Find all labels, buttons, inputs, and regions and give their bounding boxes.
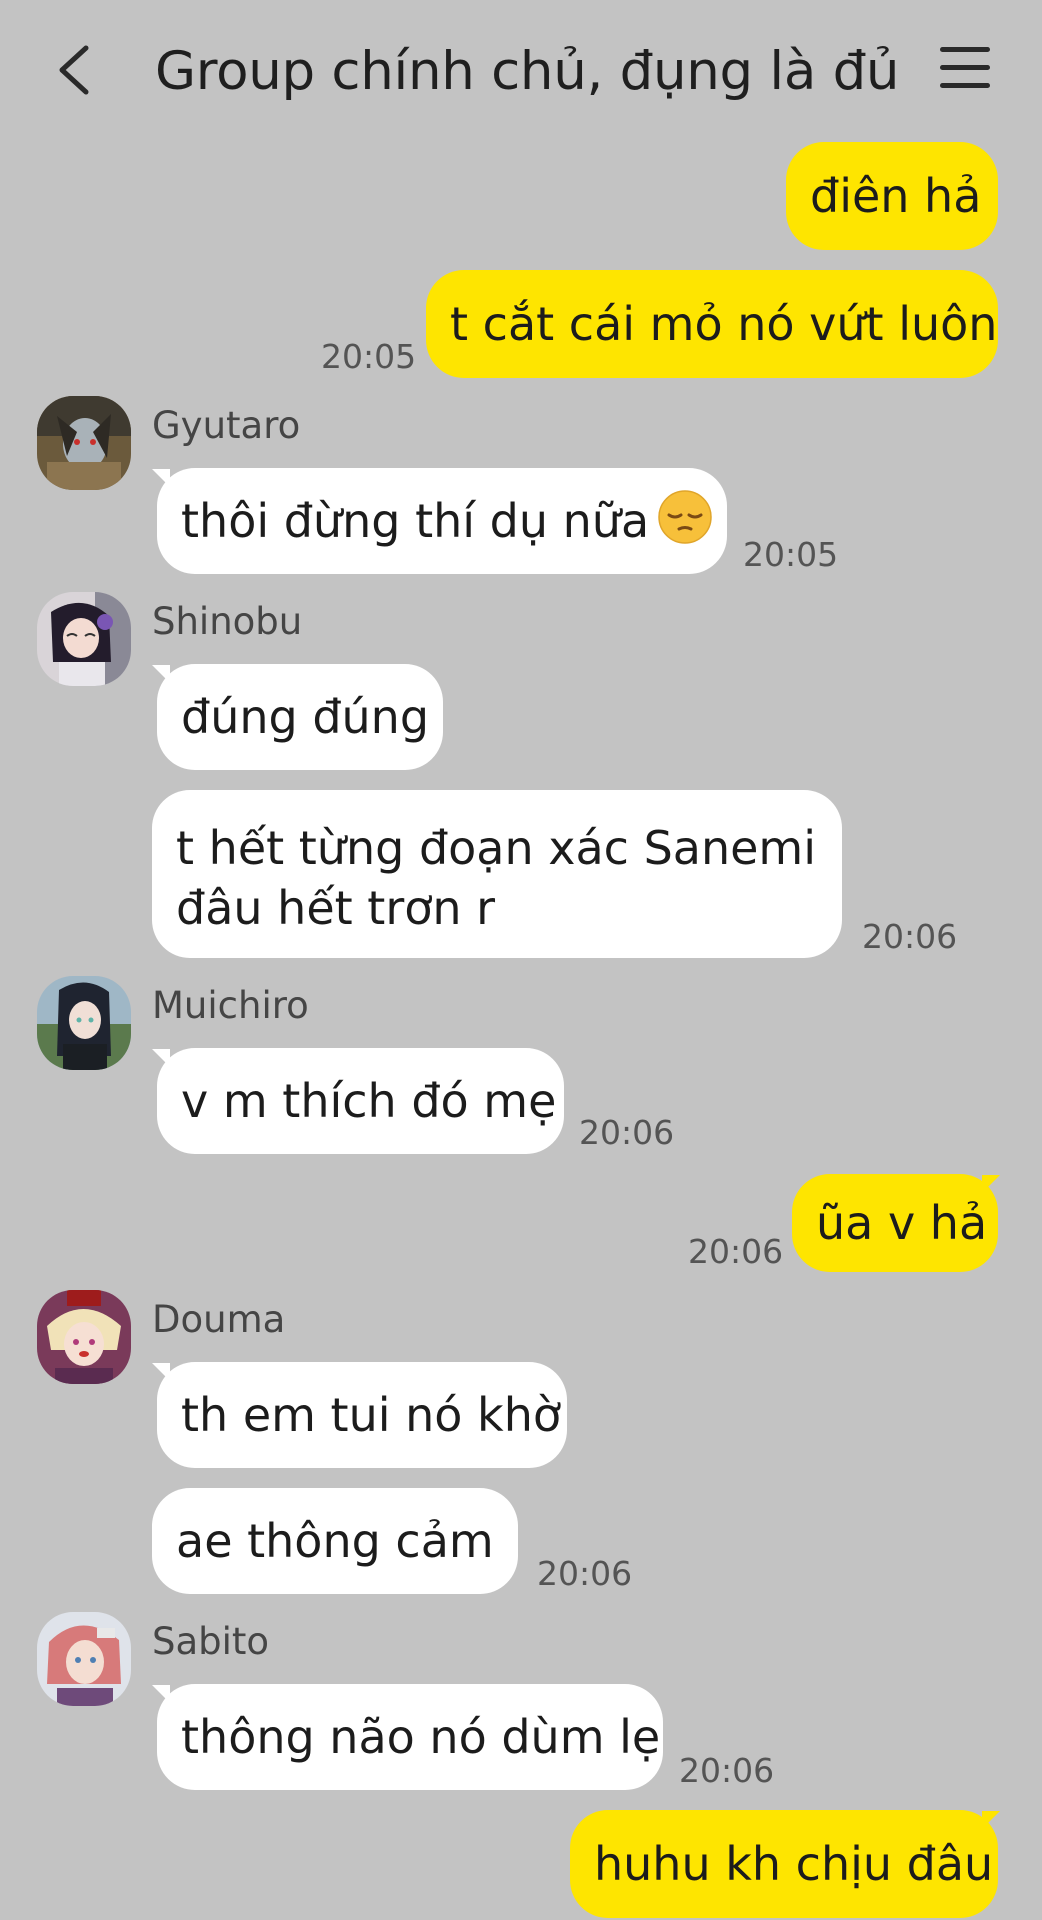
avatar-sabito[interactable]: [37, 1612, 131, 1706]
message-text: đúng đúng: [181, 690, 430, 744]
sender-name: Gyutaro: [152, 404, 301, 447]
message-text: huhu kh chịu đâu: [594, 1837, 994, 1891]
message-text: t cắt cái mỏ nó vứt luôn: [450, 297, 998, 351]
incoming-message[interactable]: thông não nó dùm lẹ: [157, 1684, 663, 1790]
avatar-shinobu[interactable]: [37, 592, 131, 686]
chat-title: Group chính chủ, đụng là đủ: [155, 41, 900, 102]
message-text: ae thông cảm: [176, 1514, 494, 1568]
sender-name: Douma: [152, 1298, 286, 1341]
incoming-message[interactable]: th em tui nó khờ: [157, 1362, 567, 1468]
message-text: thôi đừng thí dụ nữa: [181, 494, 650, 548]
message-text: th em tui nó khờ: [181, 1388, 561, 1442]
message-time: 20:06: [679, 1751, 775, 1790]
outgoing-message[interactable]: huhu kh chịu đâu: [570, 1810, 998, 1918]
avatar-gyutaro[interactable]: [37, 396, 131, 490]
sender-name: Shinobu: [152, 600, 303, 643]
message-time: 20:05: [321, 337, 417, 376]
sender-name: Sabito: [152, 1620, 270, 1663]
incoming-message[interactable]: ae thông cảm: [152, 1488, 518, 1594]
message-text: điên hả: [810, 169, 982, 223]
back-arrow-icon[interactable]: [52, 44, 100, 96]
menu-icon[interactable]: [940, 47, 990, 93]
avatar-douma[interactable]: [37, 1290, 131, 1384]
outgoing-message[interactable]: điên hả: [786, 142, 998, 250]
avatar-muichiro[interactable]: [37, 976, 131, 1070]
message-time: 20:06: [579, 1113, 675, 1152]
message-text: v m thích đó mẹ: [181, 1074, 557, 1128]
pensive-face-icon: [658, 490, 712, 544]
message-time: 20:06: [688, 1232, 784, 1271]
message-time: 20:05: [743, 535, 839, 574]
message-text: thông não nó dùm lẹ: [181, 1710, 661, 1764]
message-text: t hết từng đoạn xác Sanemi đâu hết trơn …: [176, 821, 817, 935]
incoming-message[interactable]: v m thích đó mẹ: [157, 1048, 564, 1154]
incoming-message[interactable]: thôi đừng thí dụ nữa: [157, 468, 727, 574]
outgoing-message[interactable]: ũa v hả: [792, 1174, 998, 1272]
incoming-message[interactable]: đúng đúng: [157, 664, 443, 770]
message-text: ũa v hả: [816, 1196, 988, 1250]
message-time: 20:06: [862, 917, 958, 956]
outgoing-message[interactable]: t cắt cái mỏ nó vứt luôn: [426, 270, 998, 378]
incoming-message[interactable]: t hết từng đoạn xác Sanemi đâu hết trơn …: [152, 790, 842, 958]
sender-name: Muichiro: [152, 984, 309, 1027]
message-time: 20:06: [537, 1554, 633, 1593]
